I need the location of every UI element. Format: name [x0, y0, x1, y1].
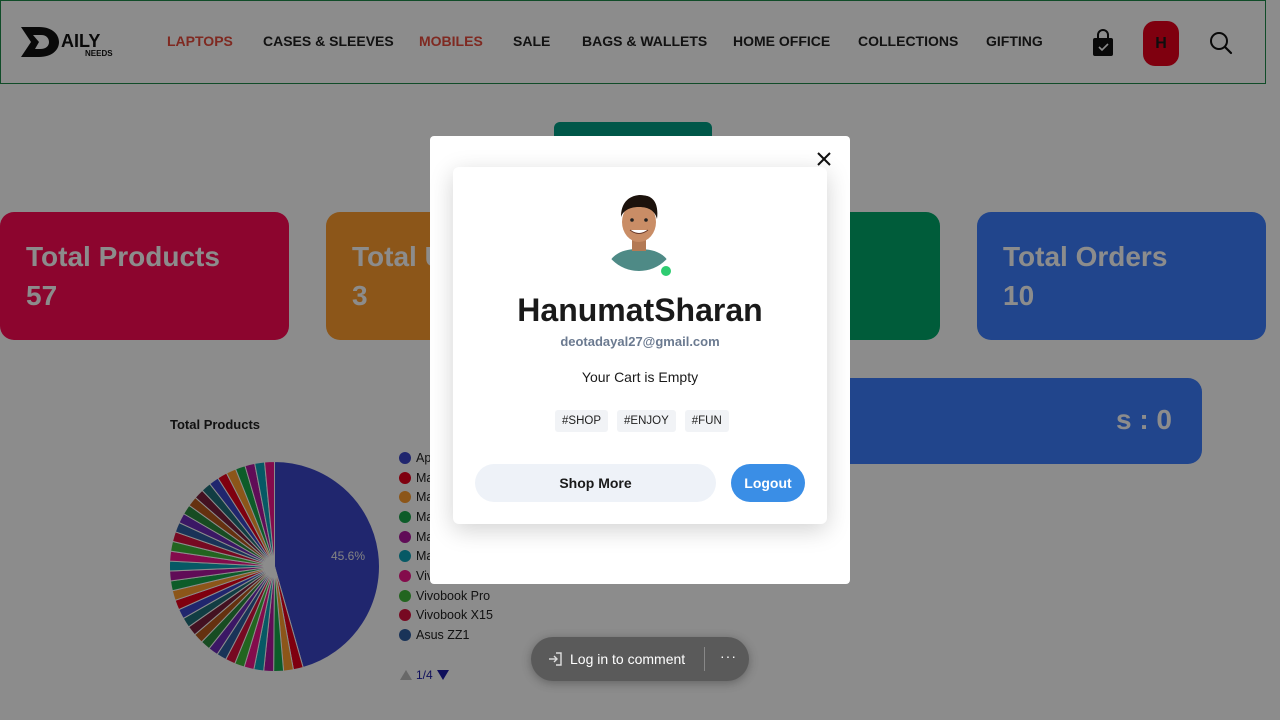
tag-shop: #SHOP	[555, 410, 608, 432]
profile-username: HanumatSharan	[517, 292, 763, 328]
login-to-comment-link[interactable]: Log in to comment	[570, 651, 685, 667]
shop-more-button[interactable]: Shop More	[475, 464, 716, 502]
online-status-indicator	[659, 264, 673, 278]
tag-fun: #FUN	[684, 410, 729, 432]
profile-email: deotadayal27@gmail.com	[560, 334, 720, 349]
comment-bar-divider	[704, 647, 705, 671]
login-icon[interactable]	[547, 651, 563, 667]
comment-bar: Log in to comment ···	[531, 637, 749, 681]
close-icon[interactable]	[815, 150, 833, 168]
cart-status: Your Cart is Empty	[581, 369, 699, 385]
more-options-icon[interactable]: ···	[720, 648, 737, 664]
tag-enjoy: #ENJOY	[617, 410, 676, 432]
logout-button[interactable]: Logout	[731, 464, 805, 502]
tag-list: #SHOP #ENJOY #FUN	[555, 410, 729, 432]
